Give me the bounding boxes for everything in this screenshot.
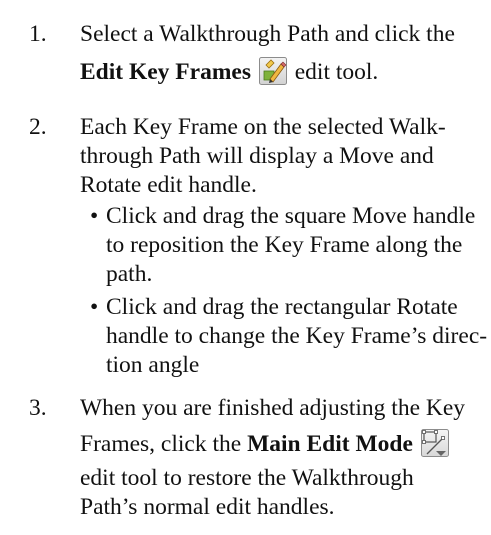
bullet-1-text: Click and drag the square Move handle to…	[106, 202, 488, 289]
step-3-line-2-before: Frames, click the	[80, 431, 242, 457]
step-2-line-3: Rotate edit handle.	[80, 172, 257, 198]
edit-key-frames-icon	[258, 56, 287, 85]
step-1-text: Select a Walkthrough Path and click the …	[80, 20, 488, 92]
bullet-1-line-1: Click and drag the square Move handle	[106, 203, 476, 229]
step-2-bullets: • Click and drag the square Move handle …	[90, 202, 488, 380]
step-3-number: 3.	[29, 395, 47, 421]
step-1-after-tool: edit tool.	[294, 59, 379, 85]
step-3-line-1: When you are finished adjusting the Key	[80, 395, 466, 421]
step-2-number: 2.	[29, 114, 47, 140]
bullet-2-line-1: Click and drag the rectangular Rotate	[106, 294, 458, 320]
main-edit-mode-icon	[420, 428, 449, 457]
step-2-line-1: Each Key Frame on the selected Walk-	[80, 114, 446, 140]
step-1-number: 1.	[29, 21, 47, 47]
main-edit-mode-label: Main Edit Mode	[247, 431, 413, 457]
edit-key-frames-label: Edit Key Frames	[80, 59, 251, 85]
step-3-line-2: Frames, click the Main Edit Mode	[80, 425, 488, 464]
step-1-line-1: Select a Walkthrough Path and click the	[80, 21, 455, 47]
bullet-2-line-3: tion angle	[106, 352, 200, 378]
bullet-dot: •	[90, 294, 99, 320]
step-1-line-2: Edit Key Frames edit tool.	[80, 53, 488, 92]
bullet-1-line-3: path.	[106, 261, 153, 287]
step-3-line-4: Path’s normal edit handles.	[80, 494, 335, 520]
bullet-2-text: Click and drag the rectangular Rotate ha…	[106, 293, 488, 380]
bullet-1-line-2: to reposition the Key Frame along the	[106, 232, 463, 258]
step-3-line-3: edit tool to restore the Walkthrough	[80, 465, 414, 491]
bullet-item-2: • Click and drag the rectangular Rotate …	[90, 293, 488, 380]
instruction-document: 1. Select a Walkthrough Path and click t…	[0, 0, 491, 535]
bullet-item-1: • Click and drag the square Move handle …	[90, 202, 488, 289]
step-2-text: Each Key Frame on the selected Walk- thr…	[80, 113, 488, 200]
step-3-text: When you are finished adjusting the Key …	[80, 394, 488, 522]
bullet-dot: •	[90, 203, 99, 229]
step-2-line-2: through Path will display a Move and	[80, 143, 434, 169]
bullet-2-line-2: handle to change the Key Frame’s direc-	[106, 323, 488, 349]
